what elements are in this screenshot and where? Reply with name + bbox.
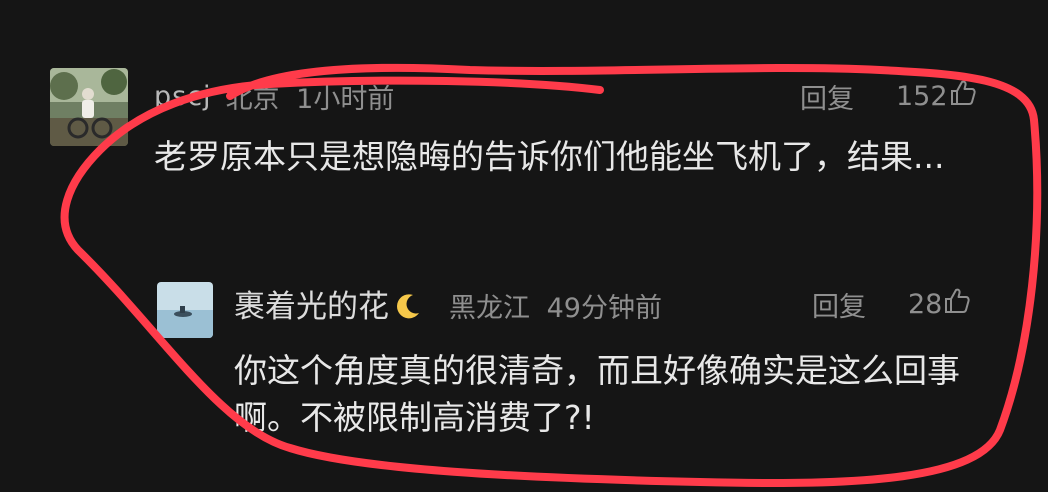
- comment-actions: 回复 28: [812, 285, 972, 324]
- avatar[interactable]: [157, 282, 213, 338]
- reply-button[interactable]: 回复: [800, 77, 854, 116]
- comment-actions: 回复 152: [800, 77, 978, 116]
- like-count: 28: [908, 288, 943, 320]
- photo-avatar-icon: [157, 282, 213, 338]
- thumbs-up-icon[interactable]: [942, 286, 972, 323]
- comment-text: 你这个角度真的很清奇，而且好像确实是这么回事啊。不被限制高消费了?!: [234, 351, 960, 437]
- username[interactable]: pscj: [154, 81, 212, 112]
- crescent-moon-icon: [393, 291, 423, 329]
- reply-button[interactable]: 回复: [812, 285, 866, 324]
- timestamp: 1小时前: [296, 83, 395, 115]
- avatar[interactable]: [50, 68, 128, 146]
- comment-text: 老罗原本只是想隐晦的告诉你们他能坐飞机了，结果...: [154, 137, 945, 176]
- location-text: 北京: [225, 83, 280, 115]
- comment-meta: pscj 北京 1小时前: [154, 77, 395, 116]
- thumbs-up-icon[interactable]: [948, 78, 978, 115]
- comment-meta: 裹着光的花 黑龙江 49分钟前: [234, 284, 662, 326]
- timestamp: 49分钟前: [546, 292, 662, 324]
- username[interactable]: 裹着光的花: [234, 281, 423, 329]
- photo-avatar-icon: [50, 68, 128, 146]
- comment-meta-info: 北京 1小时前: [226, 77, 395, 116]
- location-text: 黑龙江: [449, 292, 530, 324]
- like-count: 152: [896, 80, 948, 112]
- comment-meta-info: 黑龙江 49分钟前: [449, 286, 662, 325]
- username-text: 裹着光的花: [234, 289, 389, 325]
